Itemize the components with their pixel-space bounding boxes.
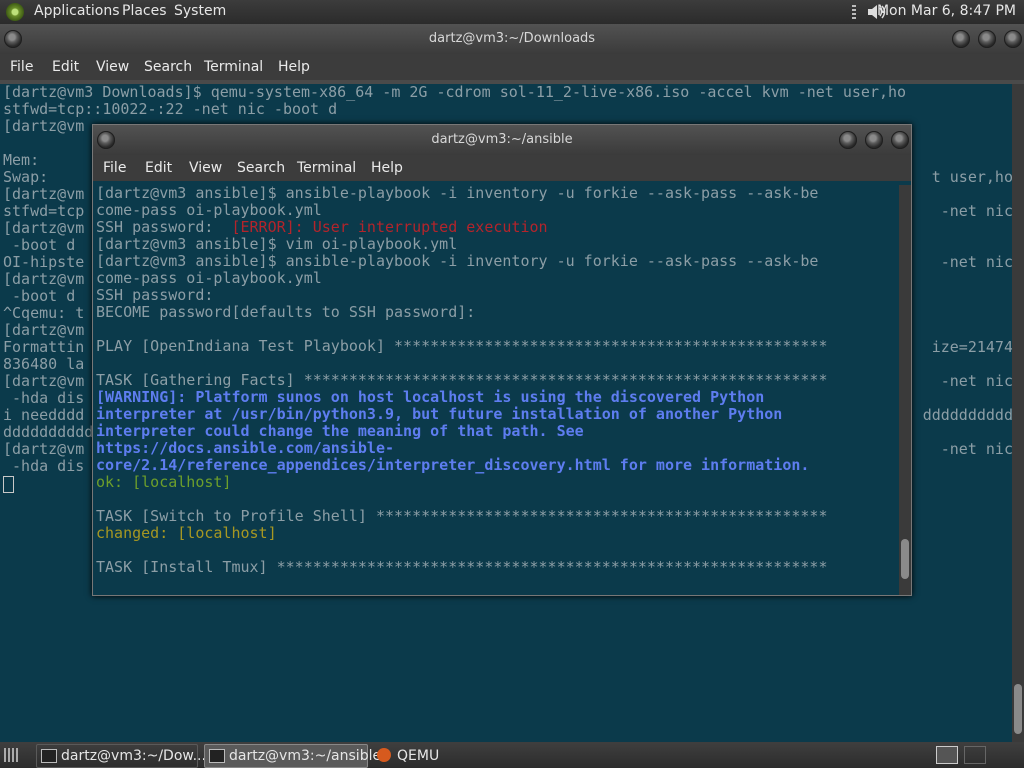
terminal-line-fragment: dddddddddd <box>922 406 1013 424</box>
window-title: dartz@vm3:~/ansible <box>431 132 573 147</box>
terminal-line-fragment: -net nic <box>940 372 1013 390</box>
places-menu[interactable]: Places <box>122 3 167 19</box>
close-button[interactable] <box>891 131 909 149</box>
ansible-menubar: File Edit View Search Terminal Help <box>93 155 911 181</box>
taskbar-item-label: QEMU <box>397 748 440 764</box>
terminal-line: SSH password: [ERROR]: User interrupted … <box>96 218 548 236</box>
menu-edit[interactable]: Edit <box>52 59 79 75</box>
terminal-line-fragment: -net nic <box>940 202 1013 220</box>
ansible-terminal-window: dartz@vm3:~/ansible File Edit View Searc… <box>92 124 912 596</box>
menu-help[interactable]: Help <box>278 59 310 75</box>
terminal-line: PLAY [OpenIndiana Test Playbook] *******… <box>96 337 828 355</box>
menu-search[interactable]: Search <box>144 59 192 75</box>
terminal-line: SSH password: <box>96 286 214 304</box>
ok-status: ok: [localhost] <box>96 473 232 491</box>
terminal-icon <box>41 749 57 763</box>
maximize-button[interactable] <box>978 30 996 48</box>
terminal-cursor <box>3 476 14 493</box>
applications-menu[interactable]: Applications <box>34 3 120 19</box>
downloads-titlebar[interactable]: dartz@vm3:~/Downloads <box>0 24 1024 54</box>
terminal-line: [dartz@vm3 ansible]$ vim oi-playbook.yml <box>96 235 458 253</box>
menu-file[interactable]: File <box>103 160 126 176</box>
bottom-panel: dartz@vm3:~/Dow... dartz@vm3:~/ansible Q… <box>0 742 1024 768</box>
ansible-scroll-thumb[interactable] <box>901 539 909 579</box>
terminal-line: BECOME password[defaults to SSH password… <box>96 303 476 321</box>
ansible-titlebar[interactable]: dartz@vm3:~/ansible <box>93 125 911 155</box>
warning-line: [WARNING]: Platform sunos on host localh… <box>96 388 765 406</box>
ansible-terminal-output[interactable]: [dartz@vm3 ansible]$ ansible-playbook -i… <box>93 185 902 595</box>
qemu-icon <box>377 748 391 762</box>
menu-terminal[interactable]: Terminal <box>204 59 263 75</box>
terminal-line: TASK [Switch to Profile Shell] *********… <box>96 507 828 525</box>
error-message: [ERROR]: User interrupted execution <box>231 218 548 236</box>
taskbar-item-downloads[interactable]: dartz@vm3:~/Dow... <box>36 744 206 768</box>
terminal-line: TASK [Install Tmux] ********************… <box>96 558 828 576</box>
workspace-switcher-2[interactable] <box>964 746 986 764</box>
downloads-scroll-thumb[interactable] <box>1014 684 1022 734</box>
terminal-line: come-pass oi-playbook.yml <box>96 201 322 219</box>
maximize-button[interactable] <box>865 131 883 149</box>
terminal-line: come-pass oi-playbook.yml <box>96 269 322 287</box>
downloads-menubar: File Edit View Search Terminal Help <box>0 54 1024 80</box>
ansible-scrollbar[interactable] <box>899 185 911 595</box>
window-menu-button[interactable] <box>97 131 115 149</box>
terminal-line: stfwd=tcp::10022-:22 -net nic -boot d <box>3 100 338 118</box>
menu-search[interactable]: Search <box>237 160 285 176</box>
system-menu[interactable]: System <box>174 3 226 19</box>
top-panel: Applications Places System Mon Mar 6, 8:… <box>0 0 1024 24</box>
gnome-foot-icon[interactable] <box>6 3 24 21</box>
taskbar-item-qemu[interactable]: QEMU <box>372 744 534 768</box>
terminal-line: [dartz@vm3 Downloads]$ qemu-system-x86_6… <box>3 83 907 101</box>
taskbar-item-label: dartz@vm3:~/Dow... <box>61 748 206 764</box>
menu-view[interactable]: View <box>189 160 222 176</box>
clock[interactable]: Mon Mar 6, 8:47 PM <box>877 3 1016 19</box>
panel-handle-icon <box>852 5 856 19</box>
window-menu-button[interactable] <box>4 30 22 48</box>
minimize-button[interactable] <box>839 131 857 149</box>
minimize-button[interactable] <box>952 30 970 48</box>
warning-line: interpreter at /usr/bin/python3.9, but f… <box>96 405 783 423</box>
warning-line: https://docs.ansible.com/ansible- <box>96 439 395 457</box>
warning-line: interpreter could change the meaning of … <box>96 422 584 440</box>
menu-view[interactable]: View <box>96 59 129 75</box>
warning-line: core/2.14/reference_appendices/interpret… <box>96 456 810 474</box>
downloads-scrollbar[interactable] <box>1012 84 1024 742</box>
close-button[interactable] <box>1004 30 1022 48</box>
menu-edit[interactable]: Edit <box>145 160 172 176</box>
changed-status: changed: [localhost] <box>96 524 277 542</box>
taskbar-item-ansible[interactable]: dartz@vm3:~/ansible <box>204 744 381 768</box>
window-title: dartz@vm3:~/Downloads <box>428 31 596 46</box>
terminal-line-fragment: ize=21474 <box>931 338 1013 356</box>
taskbar-item-label: dartz@vm3:~/ansible <box>229 748 382 764</box>
terminal-line-fragment: t user,ho <box>931 168 1013 186</box>
menu-terminal[interactable]: Terminal <box>297 160 356 176</box>
terminal-line-fragment: -net nic <box>940 440 1013 458</box>
terminal-line: [dartz@vm3 ansible]$ ansible-playbook -i… <box>96 252 819 270</box>
menu-file[interactable]: File <box>10 59 33 75</box>
terminal-line: [dartz@vm3 ansible]$ ansible-playbook -i… <box>96 185 819 202</box>
workspace-switcher[interactable] <box>936 746 958 764</box>
terminal-line: TASK [Gathering Facts] *****************… <box>96 371 828 389</box>
menu-help[interactable]: Help <box>371 160 403 176</box>
terminal-line-fragment: -net nic <box>940 253 1013 271</box>
terminal-icon <box>209 749 225 763</box>
taskbar-handle-icon <box>4 748 18 762</box>
